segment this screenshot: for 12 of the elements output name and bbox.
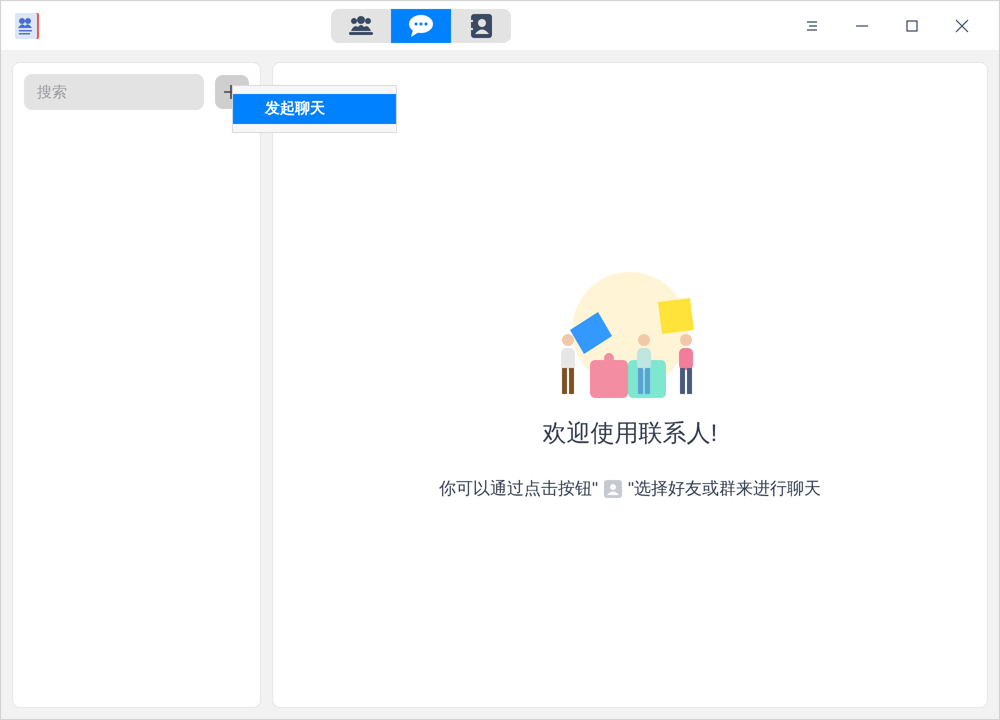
chat-bubble-icon (408, 14, 434, 38)
group-icon (348, 14, 374, 36)
view-tab[interactable] (391, 8, 451, 42)
search-field[interactable]: 搜索 (24, 74, 204, 110)
plus-icon (224, 85, 233, 99)
welcome-title: 欢迎使用联系人! (542, 419, 718, 449)
contact-book-icon (470, 14, 492, 38)
menu-item[interactable]: 发起聊天 (233, 94, 396, 124)
hint-text: 你可以通过点击按钮" (438, 478, 598, 500)
contact-icon (604, 480, 622, 498)
hint-text: "选择好友或群来进行聊天 (628, 478, 822, 500)
app-logo-icon (13, 12, 41, 40)
